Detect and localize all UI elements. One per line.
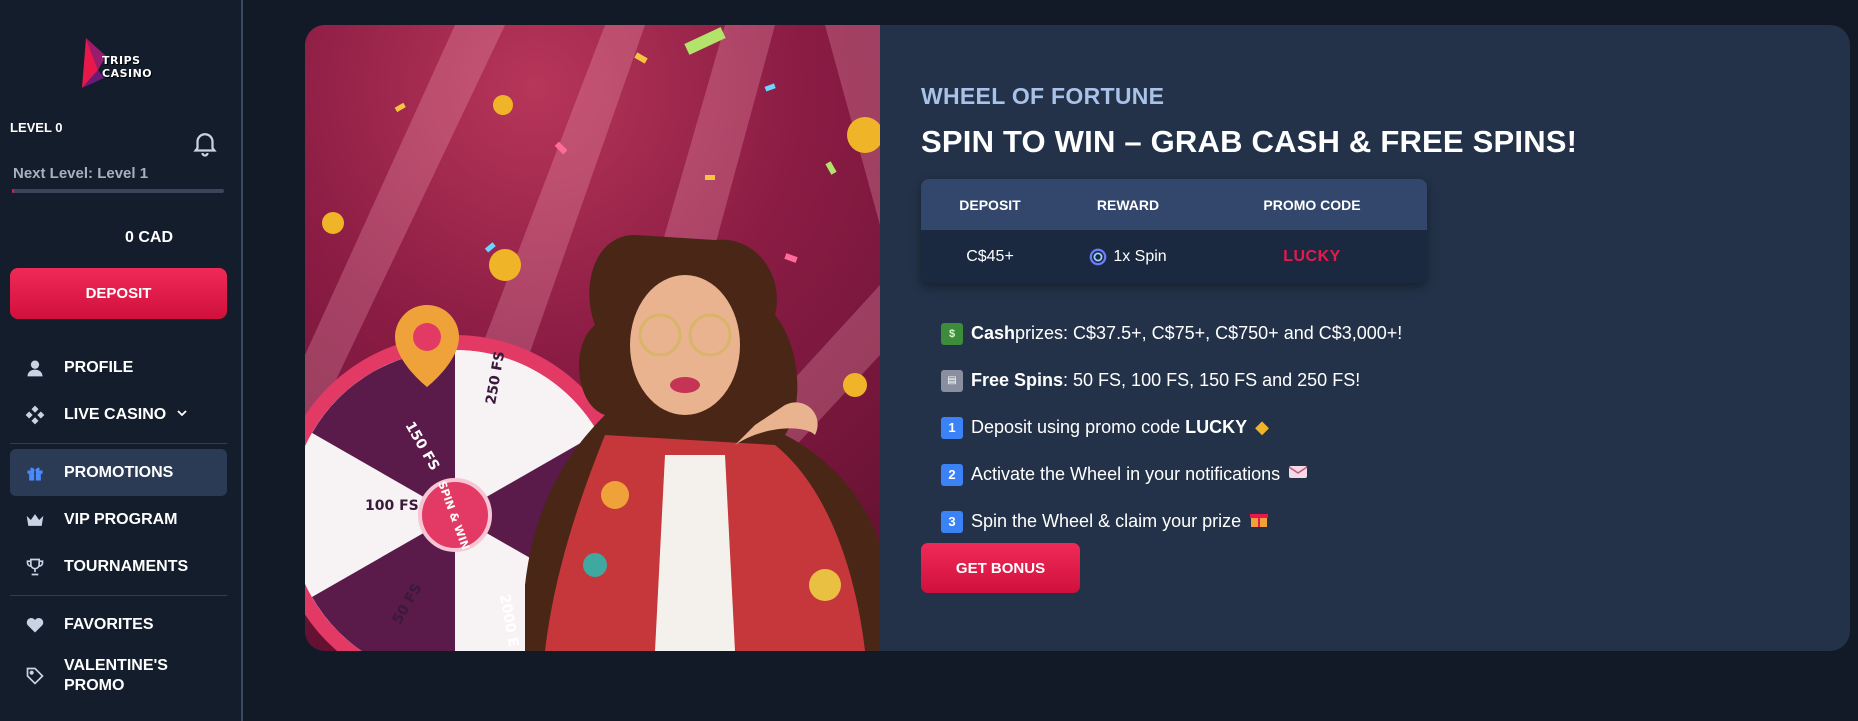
get-bonus-button[interactable]: GET BONUS <box>921 543 1080 593</box>
bullet-text: Activate the Wheel in your notifications <box>971 464 1281 484</box>
promo-table-header: DEPOSIT REWARD PROMO CODE <box>921 179 1427 230</box>
wheel-segment-label: 100 FS <box>365 498 419 514</box>
level-progress-bar <box>12 189 224 193</box>
promo-kicker: WHEEL OF FORTUNE <box>921 83 1165 109</box>
sidebar-item-promotions[interactable]: PROMOTIONS <box>10 449 227 496</box>
sidebar-item-vip-program[interactable]: VIP PROGRAM <box>10 496 227 543</box>
user-icon <box>24 357 46 379</box>
sidebar-item-label: PROMOTIONS <box>64 463 174 481</box>
promo-content: WHEEL OF FORTUNE SPIN TO WIN – GRAB CASH… <box>921 25 1850 651</box>
sidebar-item-label: TOURNAMENTS <box>64 557 189 575</box>
envelope-icon <box>1288 464 1308 485</box>
list-item: 1 Deposit using promo code LUCKY ◆ <box>941 404 1402 451</box>
sidebar-item-label: LIVE CASINO <box>64 405 167 423</box>
logo-line2: CASINO <box>102 67 153 80</box>
gift-icon <box>1249 509 1269 534</box>
promo-bullets: $ Cash prizes: C$37.5+, C$75+, C$750+ an… <box>941 310 1402 545</box>
list-item: 3 Spin the Wheel & claim your prize <box>941 498 1402 545</box>
sidebar-divider <box>10 595 227 596</box>
sidebar-divider <box>10 443 227 444</box>
number-3-icon: 3 <box>941 510 963 533</box>
number-1-icon: 1 <box>941 416 963 439</box>
list-item: $ Cash prizes: C$37.5+, C$75+, C$750+ an… <box>941 310 1402 357</box>
header-reward: REWARD <box>1096 196 1160 213</box>
table-row: C$45+ 1x Spin LUCKY <box>921 230 1427 283</box>
next-level-label: Next Level: Level 1 <box>13 165 149 182</box>
chevron-down-icon[interactable] <box>176 407 188 422</box>
number-2-icon: 2 <box>941 463 963 486</box>
reward-text: 1x Spin <box>1113 247 1167 265</box>
promo-card: SPIN & WIN 250 FS 150 FS 100 FS 50 FS 20… <box>305 25 1850 651</box>
sidebar-item-label: PROFILE <box>64 358 134 376</box>
sidebar-item-tournaments[interactable]: TOURNAMENTS <box>10 543 227 590</box>
spin-icon <box>1089 248 1107 265</box>
bullet-text: prizes: C$37.5+, C$75+, C$750+ and C$3,0… <box>1015 323 1403 343</box>
tag-icon: ◆ <box>1255 417 1269 437</box>
promo-code-value[interactable]: LUCKY <box>1197 248 1427 266</box>
sidebar-item-valentines-promo[interactable]: VALENTINE'S PROMO <box>10 648 227 704</box>
bullet-bold: Cash <box>971 323 1016 343</box>
sidebar-item-favorites[interactable]: FAVORITES <box>10 601 227 648</box>
sidebar-item-label: VIP PROGRAM <box>64 510 178 528</box>
balance: 0 CAD <box>124 229 173 246</box>
trophy-icon <box>24 556 46 578</box>
level-label: LEVEL 0 <box>10 120 63 135</box>
sidebar-item-live-casino[interactable]: LIVE CASINO <box>10 391 227 438</box>
sidebar: TRIPS CASINO LEVEL 0 Next Level: Level 1… <box>0 0 243 721</box>
slot-machine-icon: ▤ <box>941 369 963 392</box>
promo-banner-image: SPIN & WIN 250 FS 150 FS 100 FS 50 FS 20… <box>305 25 880 651</box>
header-deposit: DEPOSIT <box>959 196 1021 213</box>
promo-title: SPIN TO WIN – GRAB CASH & FREE SPINS! <box>921 124 1578 159</box>
bullet-text: Deposit using promo code <box>971 417 1186 437</box>
wheel-of-fortune-illustration: SPIN & WIN 250 FS 150 FS 100 FS 50 FS 20… <box>305 25 880 651</box>
sidebar-item-profile[interactable]: PROFILE <box>10 344 227 391</box>
sidebar-nav: PROFILE LIVE CASINO PROMOTIONS VIP PROGR… <box>10 344 227 704</box>
list-item: 2 Activate the Wheel in your notificatio… <box>941 451 1402 498</box>
cell-reward: 1x Spin <box>1059 248 1197 266</box>
logo-line1: TRIPS <box>102 54 141 67</box>
deposit-button[interactable]: DEPOSIT <box>10 268 227 319</box>
bullet-bold: LUCKY <box>1185 417 1248 437</box>
crown-icon <box>24 509 46 531</box>
sidebar-item-label: VALENTINE'S PROMO <box>64 657 168 694</box>
bell-icon[interactable] <box>190 128 220 158</box>
bullet-bold: Free Spins <box>971 370 1064 390</box>
bullet-text: Spin the Wheel & claim your prize <box>971 511 1242 531</box>
header-promo-code: PROMO CODE <box>1263 196 1361 213</box>
list-item: ▤ Free Spins: 50 FS, 100 FS, 150 FS and … <box>941 357 1402 404</box>
tag-icon <box>24 665 46 687</box>
gift-icon <box>24 462 46 484</box>
cell-deposit: C$45+ <box>966 247 1014 265</box>
sidebar-item-label: FAVORITES <box>64 615 154 633</box>
money-icon: $ <box>941 322 963 345</box>
level-progress-fill <box>12 189 15 193</box>
bullet-text: : 50 FS, 100 FS, 150 FS and 250 FS! <box>1063 370 1361 390</box>
heart-icon <box>24 614 46 636</box>
promo-table: DEPOSIT REWARD PROMO CODE C$45+ 1x Spin … <box>921 179 1427 283</box>
logo[interactable]: TRIPS CASINO <box>76 34 176 94</box>
chip-icon <box>24 404 46 426</box>
